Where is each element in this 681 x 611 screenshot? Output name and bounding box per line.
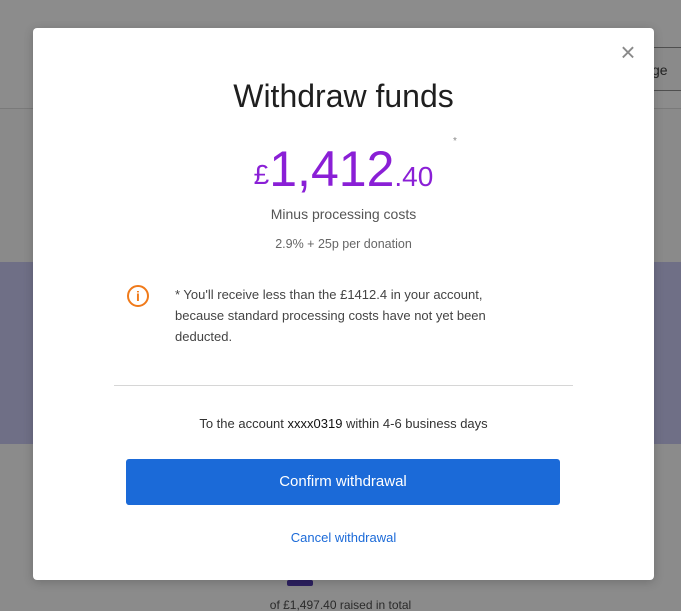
cancel-withdrawal-link[interactable]: Cancel withdrawal <box>33 530 654 545</box>
amount-decimal: .40 <box>394 161 434 192</box>
close-icon[interactable]: × <box>616 39 640 65</box>
amount-main: 1,412 <box>269 141 395 197</box>
modal-title: Withdraw funds <box>233 78 454 114</box>
amount-asterisk: * <box>453 136 457 147</box>
background-button-text: ge <box>652 62 668 78</box>
withdraw-amount: £1,412.40 <box>33 140 654 198</box>
background-raised-text: of £1,497.40 raised in total <box>269 598 412 611</box>
account-suffix: within 4-6 business days <box>342 416 488 431</box>
account-prefix: To the account <box>199 416 288 431</box>
confirm-withdrawal-button[interactable]: Confirm withdrawal <box>126 459 560 505</box>
divider <box>114 385 573 386</box>
account-info: To the account xxxx0319 within 4-6 busin… <box>33 416 654 431</box>
amount-currency: £ <box>253 159 270 190</box>
info-icon: i <box>127 285 149 307</box>
processing-rate: 2.9% + 25p per donation <box>275 237 412 251</box>
withdraw-modal: × Withdraw funds £1,412.40 * Minus proce… <box>33 28 654 580</box>
processing-notice: * You'll receive less than the £1412.4 i… <box>175 287 486 344</box>
account-number: xxxx0319 <box>287 416 343 431</box>
page: ge of £1,497.40 raised in total × Withdr… <box>0 0 681 611</box>
background-total-amount <box>287 580 313 586</box>
processing-costs-label: Minus processing costs <box>270 206 417 222</box>
